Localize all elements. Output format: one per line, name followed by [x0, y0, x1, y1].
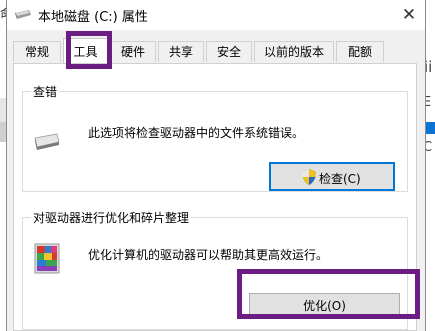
tab-security[interactable]: 安全 — [206, 41, 252, 62]
tab-general[interactable]: 常规 — [13, 41, 61, 62]
check-button-label: 检查(C) — [319, 172, 361, 186]
tab-hardware[interactable]: 硬件 — [110, 41, 156, 62]
optimize-button-highlight — [237, 269, 420, 319]
error-check-group: 查错 此选项将检查驱动器中的文件系统错误。 检查(C) — [22, 83, 408, 192]
drive-icon — [15, 10, 31, 19]
tab-previous-versions[interactable]: 以前的版本 — [254, 41, 334, 62]
defrag-icon — [34, 243, 60, 274]
optimize-description: 优化计算机的驱动器可以帮助其更高效运行。 — [88, 248, 329, 262]
properties-dialog: 本地磁盘 (C:) 属性 ✕ 常规 工具 硬件 共享 安全 以前的版本 配额 查… — [6, 0, 426, 331]
tab-quota[interactable]: 配额 — [336, 41, 384, 62]
error-check-title: 查错 — [31, 83, 60, 100]
check-button[interactable]: 检查(C) — [269, 162, 395, 191]
error-check-description: 此选项将检查驱动器中的文件系统错误。 — [88, 126, 305, 140]
hard-drive-icon — [34, 133, 60, 150]
window-title: 本地磁盘 (C:) 属性 — [38, 10, 148, 25]
title-bar[interactable]: 本地磁盘 (C:) 属性 ✕ — [7, 0, 425, 30]
tab-tools-highlight — [66, 31, 112, 69]
uac-shield-icon — [302, 169, 316, 185]
optimize-title: 对驱动器进行优化和碎片整理 — [31, 209, 192, 226]
tab-sharing[interactable]: 共享 — [158, 41, 204, 62]
close-button[interactable]: ✕ — [395, 0, 423, 30]
